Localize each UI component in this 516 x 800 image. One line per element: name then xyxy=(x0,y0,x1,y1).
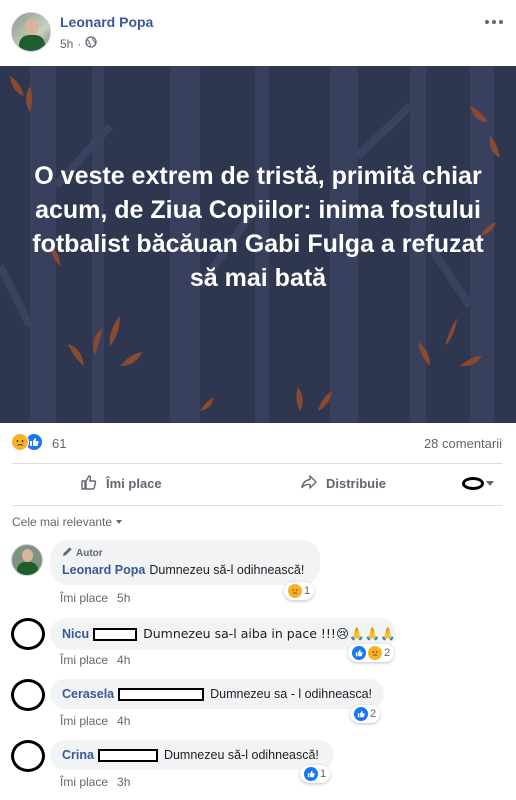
more-dots-icon[interactable] xyxy=(484,12,504,30)
comment-meta: Îmi place 5h xyxy=(60,591,130,605)
author-badge-label: Autor xyxy=(76,547,103,559)
comment-meta: Îmi place 3h xyxy=(60,775,130,789)
pencil-icon xyxy=(62,546,73,560)
comment-sort-dropdown[interactable]: Cele mai relevante xyxy=(12,515,123,529)
comment-like-link[interactable]: Îmi place xyxy=(60,591,108,605)
thumbs-up-icon xyxy=(80,473,98,494)
comment-reactions[interactable]: 2 xyxy=(350,705,381,723)
dot-separator: · xyxy=(77,36,82,51)
post-author-name[interactable]: Leonard Popa xyxy=(60,14,153,30)
comment-reactions[interactable]: 2 xyxy=(348,644,395,662)
post-meta: 5h · xyxy=(60,36,98,51)
comment-reactions[interactable]: 1 xyxy=(300,765,331,783)
comment-meta: Îmi place 4h xyxy=(60,714,130,728)
post-actions: Îmi place Distribuie xyxy=(0,465,516,505)
comment-count[interactable]: 28 comentarii xyxy=(424,436,502,451)
divider xyxy=(12,463,502,464)
comment-author[interactable]: Cerasela xyxy=(62,687,114,701)
author-avatar[interactable] xyxy=(11,12,51,52)
like-reaction-icon xyxy=(354,707,368,721)
like-button[interactable]: Îmi place xyxy=(80,473,162,494)
sad-reaction-icon xyxy=(288,584,302,598)
comment-like-link[interactable]: Îmi place xyxy=(60,775,108,789)
share-button-label: Distribuie xyxy=(326,476,386,491)
sad-reaction-icon xyxy=(11,433,29,451)
comment-bubble: Nicu Dumnezeu sa-l aiba in pace !!!😢🙏🙏🙏 xyxy=(50,618,396,650)
comment-text: Dumnezeu să-l odihnească! xyxy=(163,748,319,762)
comment-author[interactable]: Nicu xyxy=(62,627,89,641)
comment-avatar[interactable] xyxy=(11,618,45,650)
comment-reaction-count: 2 xyxy=(370,708,377,720)
comment-bubble: Autor Leonard Popa Dumnezeu să-l odihneas… xyxy=(50,540,320,585)
comment-reaction-count: 1 xyxy=(320,768,327,780)
reaction-count[interactable]: 61 xyxy=(52,436,66,451)
audience-selector[interactable] xyxy=(462,477,494,490)
comment-reaction-count: 2 xyxy=(384,647,391,659)
like-button-label: Îmi place xyxy=(106,476,162,491)
comment-like-link[interactable]: Îmi place xyxy=(60,714,108,728)
redacted-name xyxy=(97,749,158,763)
divider xyxy=(12,505,502,506)
comment-text: Dumnezeu sa - l odihneasca! xyxy=(210,687,373,701)
caret-down-icon xyxy=(486,481,494,486)
comment-reaction-count: 1 xyxy=(304,585,311,597)
comment-time[interactable]: 3h xyxy=(117,775,130,789)
post-stats: 61 28 comentarii xyxy=(0,423,516,463)
comment-avatar[interactable] xyxy=(11,544,43,576)
author-badge: Autor xyxy=(62,546,308,560)
redacted-name xyxy=(93,628,138,642)
share-arrow-icon xyxy=(300,473,318,494)
post-time[interactable]: 5h xyxy=(60,37,73,51)
share-button[interactable]: Distribuie xyxy=(300,473,386,494)
comment-bubble: Cerasela Dumnezeu sa - l odihneasca! xyxy=(50,679,384,710)
comment-author[interactable]: Crina xyxy=(62,748,94,762)
sort-label: Cele mai relevante xyxy=(12,515,113,529)
redacted-name xyxy=(118,688,205,702)
like-reaction-icon xyxy=(352,646,366,660)
post-image-text: O veste extrem de tristă, primită chiar … xyxy=(32,162,484,292)
comment-author[interactable]: Leonard Popa xyxy=(62,563,145,577)
comment-reactions[interactable]: 1 xyxy=(284,582,315,600)
globe-icon xyxy=(85,36,98,51)
comment-time[interactable]: 4h xyxy=(117,714,130,728)
comment-time[interactable]: 5h xyxy=(117,591,130,605)
comment-avatar[interactable] xyxy=(11,740,45,772)
like-reaction-icon xyxy=(304,767,318,781)
comment-meta: Îmi place 4h xyxy=(60,653,130,667)
comment-text: Dumnezeu să-l odihnească! xyxy=(149,563,305,577)
caret-down-icon xyxy=(116,520,123,524)
comment-like-link[interactable]: Îmi place xyxy=(60,653,108,667)
redacted-avatar xyxy=(462,477,484,490)
comment-avatar[interactable] xyxy=(11,679,45,711)
comment-bubble: Crina Dumnezeu să-l odihnească! xyxy=(50,740,334,771)
reaction-icons[interactable] xyxy=(11,433,43,451)
post-image[interactable]: O veste extrem de tristă, primită chiar … xyxy=(0,66,516,423)
post-header: Leonard Popa 5h · xyxy=(0,0,516,66)
sad-reaction-icon xyxy=(368,646,382,660)
comment-time[interactable]: 4h xyxy=(117,653,130,667)
comment-text: Dumnezeu sa-l aiba in pace !!!😢🙏🙏🙏 xyxy=(143,626,396,641)
